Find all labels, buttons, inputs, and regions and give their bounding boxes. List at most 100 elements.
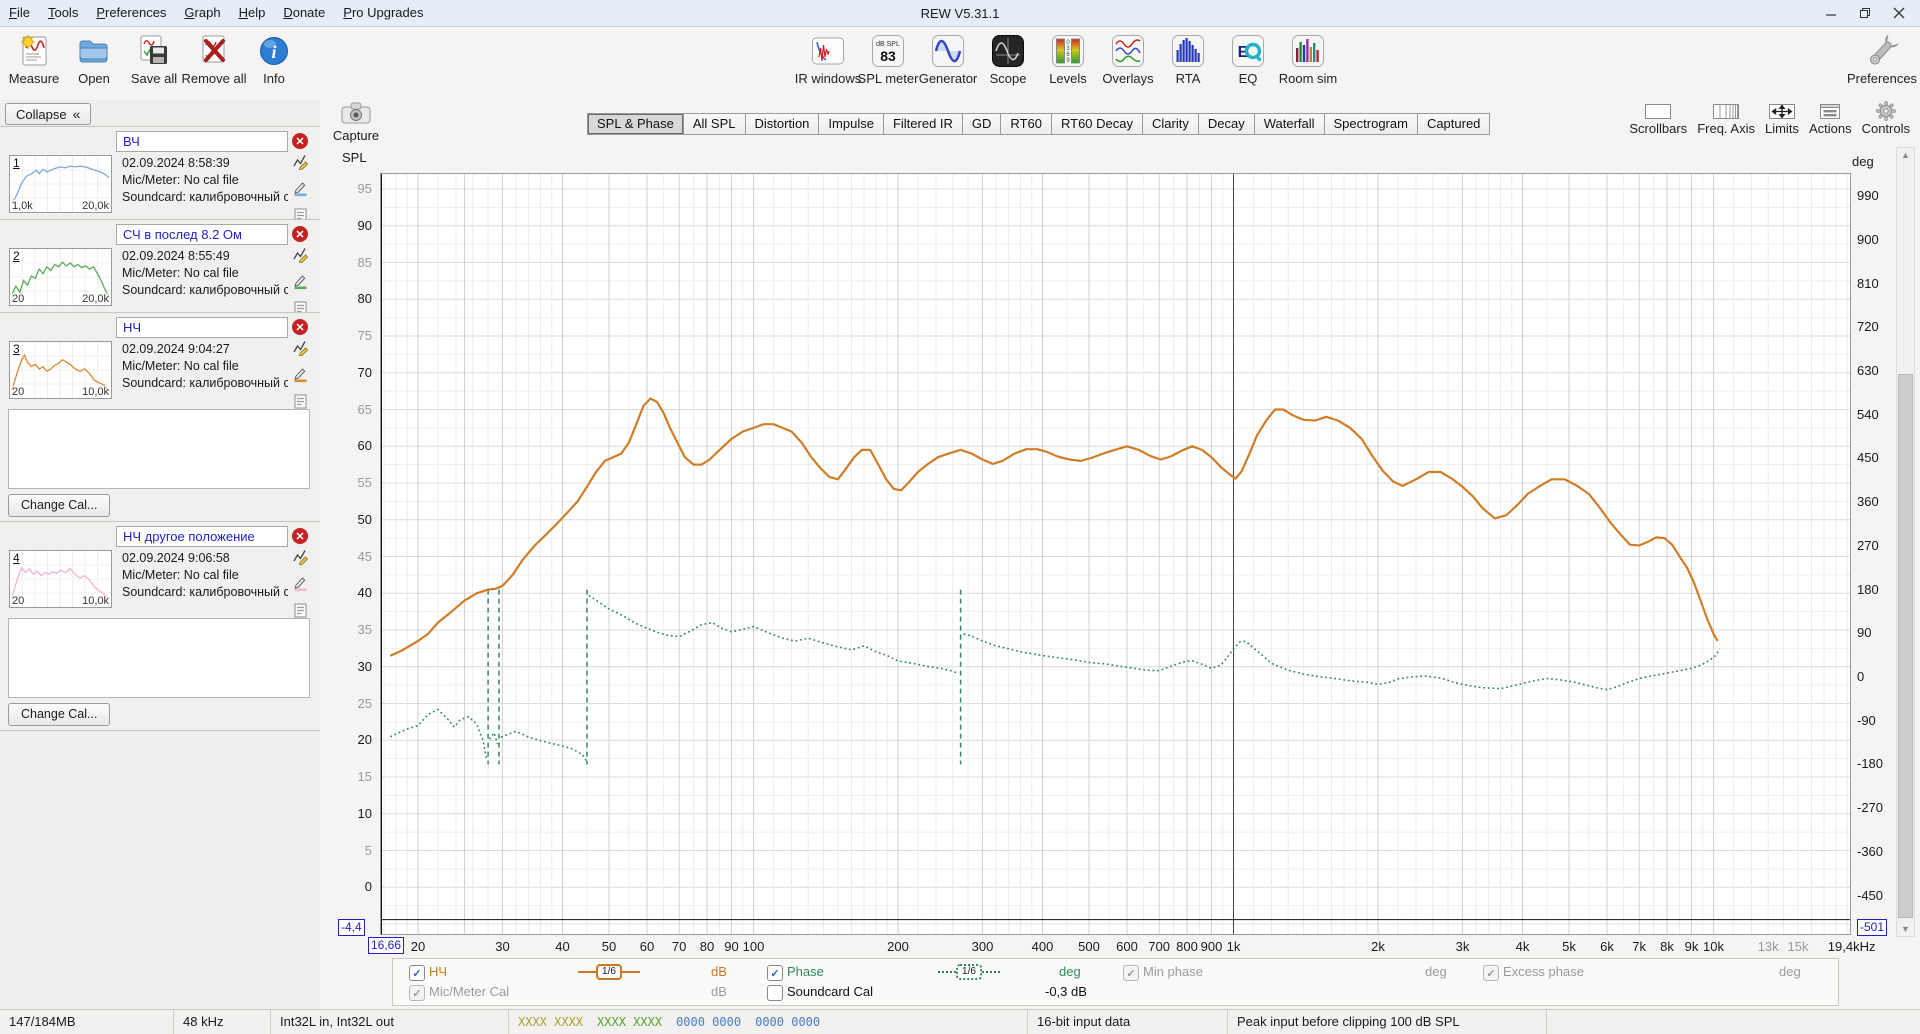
trace-offset-value: -0,3 dB [1045,984,1087,999]
measurement-thumbnail[interactable]: 1 1,0k 20,0k [9,155,112,213]
collapse-chevrons-icon: « [72,106,81,122]
measurement-notes-area[interactable] [8,409,310,489]
menu-help[interactable]: Help [230,0,275,26]
toolbar-button-save-all[interactable]: Save all [124,32,184,86]
spl-phase-plot[interactable] [380,173,1851,935]
measurement-name-field[interactable]: ВЧ [116,131,288,152]
measurement-name-field[interactable]: СЧ в послед 8.2 Ом [116,224,288,245]
checkbox-label-soundcard-cal: Soundcard Cal [787,984,873,999]
tab-spl-phase[interactable]: SPL & Phase [587,113,684,135]
checkbox-min-phase: ✓ [1123,965,1139,981]
menu-graph[interactable]: Graph [175,0,229,26]
measurement-card-2[interactable]: СЧ в послед 8.2 Ом ✕ 2 20 20,0k 02.09.2024 8:… [0,219,320,316]
minimize-button[interactable] [1814,0,1848,26]
measurement-card-4[interactable]: НЧ другое положение ✕ 4 20 10,0k 02.09.2024 9… [0,521,320,730]
toolbar-button-open[interactable]: Open [64,32,124,86]
measurement-card-3[interactable]: НЧ ✕ 3 20 10,0k 02.09.2024 9:04:27 Mic/Meter: … [0,312,320,521]
measurement-card-1[interactable]: ВЧ ✕ 1 1,0k 20,0k 02.09.2024 8:58:39 Mic/Meter… [0,126,320,223]
graph-button-freq-axis[interactable]: Freq. Axis [1697,101,1755,136]
spl-tick-35: 35 [357,622,372,637]
tab-rt60-decay[interactable]: RT60 Decay [1051,113,1143,135]
spl-tick-0: 0 [364,879,372,895]
menu-preferences[interactable]: Preferences [87,0,175,26]
measurement-thumbnail[interactable]: 4 20 10,0k [9,550,112,608]
menu-tools[interactable]: Tools [39,0,87,26]
measurement-name-field[interactable]: НЧ [116,317,288,338]
tab-all-spl[interactable]: All SPL [683,113,746,135]
graph-button-limits[interactable]: Limits [1765,101,1799,136]
freq-tick-9k: 9k [1684,939,1699,954]
tab-rt60[interactable]: RT60 [1001,113,1052,135]
collapse-sidebar-button[interactable]: Collapse « [5,103,92,125]
toolbar-button-overlays[interactable]: Overlays [1098,32,1158,86]
scroll-down-icon[interactable]: ▼ [1897,924,1914,934]
smoothing-control[interactable]: 1/6 [938,964,1000,980]
toolbar-button-remove-all[interactable]: Remove all [181,32,247,86]
bit-group: XXXX XXXX [518,1015,584,1029]
restore-button[interactable] [1848,0,1882,26]
tab-decay[interactable]: Decay [1198,113,1255,135]
delete-measurement-button[interactable]: ✕ [292,226,308,242]
scrollbar-thumb[interactable] [1898,374,1913,918]
menu-file[interactable]: File [0,0,39,26]
tab-impulse[interactable]: Impulse [819,113,884,135]
tab-filtered-ir[interactable]: Filtered IR [883,113,963,135]
tab-gd[interactable]: GD [962,113,1002,135]
measurement-name-field[interactable]: НЧ другое положение [116,526,288,547]
smoothing-control[interactable]: 1/6 [578,964,640,980]
delete-measurement-button[interactable]: ✕ [292,133,308,149]
measurement-soundcard: Soundcard: калибровочный с [122,585,288,599]
close-button[interactable] [1882,0,1916,26]
unit-label-db: dB [711,964,727,979]
graph-vertical-scrollbar[interactable]: ▲ ▼ [1896,147,1915,937]
toolbar-button-spl-meter[interactable]: dB SPL 83 SPL meter [858,32,918,86]
freq-tick-10k: 10k [1703,939,1724,954]
toolbar-button-rta[interactable]: RTA [1158,32,1218,86]
toolbar-button-ir-windows[interactable]: IR windows [795,32,861,86]
change-cal-button[interactable]: Change Cal... [8,494,111,517]
toolbar-button-measure[interactable]: Measure [4,32,64,86]
graph-button-scrollbars[interactable]: Scrollbars [1629,101,1687,136]
measurement-number: 1 [13,156,20,170]
gear-icon [1875,101,1896,121]
tab-distortion[interactable]: Distortion [745,113,820,135]
limits-icon [1768,103,1795,119]
thumbnail-xmax: 20,0k [82,293,109,305]
tab-clarity[interactable]: Clarity [1143,113,1199,135]
change-cal-button[interactable]: Change Cal... [8,703,111,726]
toolbar-button-generator[interactable]: Generator [918,32,978,86]
checkbox-soundcard-cal[interactable] [767,985,783,1001]
graph-button-controls[interactable]: Controls [1862,101,1910,136]
toolbar-button-scope[interactable]: Scope [978,32,1038,86]
graph-button-label-limits: Limits [1764,121,1799,136]
scroll-up-icon[interactable]: ▲ [1897,150,1914,160]
tab-waterfall[interactable]: Waterfall [1254,113,1325,135]
toolbar-button-room-sim[interactable]: Room sim [1278,32,1338,86]
freq-axis-icon [1713,103,1740,119]
measurement-thumbnail[interactable]: 2 20 20,0k [9,248,112,306]
tab-captured[interactable]: Captured [1417,113,1491,135]
graph-button-actions[interactable]: Actions [1809,101,1852,136]
toolbar-button-info[interactable]: i Info [244,32,304,86]
measurement-notes-area[interactable] [8,618,310,698]
toolbar-button-eq[interactable]: E EQ [1218,32,1278,86]
toolbar-button-levels[interactable]: 0 3 6 9 Levels [1038,32,1098,86]
checkbox-phase[interactable]: ✓ [767,965,783,981]
measurement-number: 3 [13,342,20,356]
freq-tick-800: 800 [1176,939,1198,954]
freq-tick-500: 500 [1078,939,1100,954]
deg-tick-990: 990 [1857,188,1879,204]
delete-measurement-button[interactable]: ✕ [292,528,308,544]
measurement-date: 02.09.2024 8:55:49 [122,249,230,263]
checkbox-нч[interactable]: ✓ [409,965,425,981]
tab-spectrogram[interactable]: Spectrogram [1324,113,1418,135]
measurement-info: 02.09.2024 9:06:58 Mic/Meter: No cal file… [122,550,288,601]
capture-button[interactable]: Capture [328,101,384,143]
measurement-thumbnail[interactable]: 3 20 10,0k [9,341,112,399]
spl-tick-75: 75 [357,328,372,343]
toolbar-button-preferences[interactable]: Preferences [1847,32,1917,86]
delete-measurement-button[interactable]: ✕ [292,319,308,335]
menu-pro-upgrades[interactable]: Pro Upgrades [334,0,432,26]
menu-donate[interactable]: Donate [274,0,334,26]
trace-color-icon [294,182,307,197]
